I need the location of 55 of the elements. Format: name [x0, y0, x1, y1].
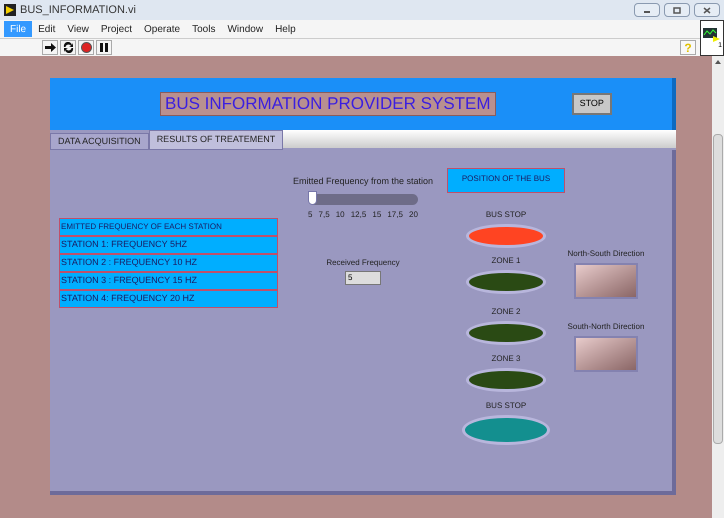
direction-label: South-North Direction — [568, 321, 644, 333]
minimize-button[interactable] — [634, 3, 660, 17]
table-row: STATION 2 : FREQUENCY 10 HZ — [59, 254, 278, 272]
scroll-up-icon — [715, 60, 721, 64]
tab[interactable]: RESULTS OF TREATEMENT — [148, 130, 284, 150]
slider-tick-label: 20 — [409, 208, 418, 218]
slider-thumb[interactable] — [308, 190, 317, 204]
slider-tick-label: 7,5 — [318, 208, 330, 218]
vi-icon — [703, 28, 721, 42]
stop-button[interactable]: STOP — [572, 93, 612, 115]
received-frequency-label: Received Frequency — [326, 256, 400, 268]
position-heading: POSITION OF THE BUS — [447, 168, 565, 193]
slider-tick-label: 15 — [372, 208, 382, 218]
maximize-button[interactable] — [664, 3, 690, 17]
led-label: ZONE 2 — [492, 306, 520, 318]
menu-item[interactable]: View — [61, 21, 95, 37]
abort-button[interactable] — [78, 40, 94, 55]
run-continuously-button[interactable] — [60, 40, 76, 55]
run-button[interactable] — [42, 40, 58, 55]
menu-item[interactable]: Edit — [32, 21, 62, 37]
led-label: BUS STOP — [486, 209, 526, 221]
menu-item[interactable]: Operate — [138, 21, 186, 37]
table-row: STATION 1: FREQUENCY 5HZ — [59, 236, 278, 254]
direction-label: North-South Direction — [568, 248, 644, 260]
table-row: STATION 4: FREQUENCY 20 HZ — [59, 290, 278, 308]
arrow-icon — [44, 43, 56, 52]
close-button[interactable] — [694, 3, 720, 17]
slider-tick-label: 10 — [336, 208, 345, 218]
cycle-arrows-icon — [62, 42, 74, 53]
tab[interactable]: DATA ACQUISITION — [50, 133, 149, 150]
received-frequency-field[interactable]: 5 — [345, 270, 381, 284]
table-heading: EMITTED FREQUENCY OF EACH STATION — [59, 218, 278, 236]
slider-tick-label: 5 — [308, 208, 312, 218]
scrollbar[interactable] — [712, 56, 724, 518]
menu-item[interactable]: Tools — [186, 21, 222, 37]
maximize-icon — [673, 6, 681, 14]
menu-item[interactable]: Project — [94, 21, 138, 37]
led-label: ZONE 1 — [492, 255, 520, 267]
slider-label: Emitted Frequency from the station — [292, 175, 434, 188]
pause-icon — [100, 43, 108, 52]
app-title: BUS INFORMATION PROVIDER SYSTEM — [160, 92, 496, 116]
close-icon — [703, 6, 711, 14]
table-row: STATION 3 : FREQUENCY 15 HZ — [59, 272, 278, 290]
menu-item[interactable]: Help — [269, 21, 302, 37]
led-label: ZONE 3 — [492, 353, 520, 365]
slider-tick-label: 12,5 — [350, 208, 366, 218]
stop-icon — [80, 42, 92, 53]
pause-button[interactable] — [96, 40, 112, 55]
app-icon — [4, 4, 16, 16]
led-label: BUS STOP — [486, 400, 526, 412]
menu-item[interactable]: Window — [221, 21, 270, 37]
window-title: BUS_INFORMATION.vi — [20, 2, 136, 18]
slider-tick-label: 17,5 — [387, 208, 403, 218]
slider-track[interactable] — [308, 194, 418, 204]
scrollbar-thumb[interactable] — [713, 134, 723, 444]
